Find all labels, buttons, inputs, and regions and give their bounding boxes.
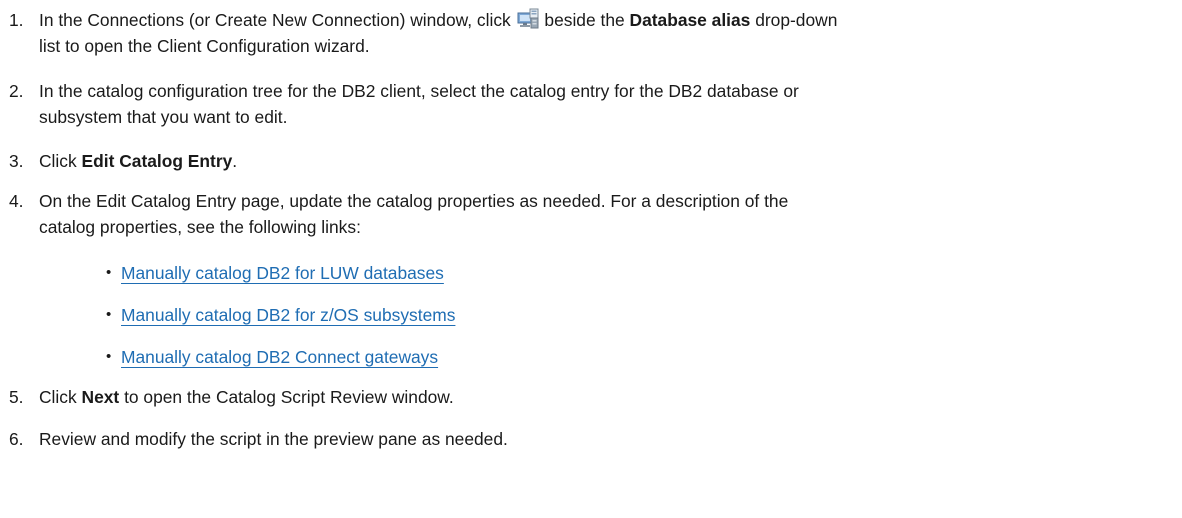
step-5: 5. Click Next to open the Catalog Script…: [9, 384, 1174, 410]
list-item: • Manually catalog DB2 Connect gateways: [106, 344, 438, 370]
step-number: 1.: [9, 10, 24, 30]
list-item: • Manually catalog DB2 for LUW databases: [106, 260, 444, 286]
step-number: 3.: [9, 151, 24, 171]
instruction-steps: 1. In the Connections (or Create New Con…: [0, 0, 1182, 518]
step-number: 4.: [9, 191, 24, 211]
client-configuration-icon[interactable]: [517, 8, 539, 30]
database-alias-label: Database alias: [629, 10, 751, 30]
step-number: 2.: [9, 81, 24, 101]
step-1: 1. In the Connections (or Create New Con…: [9, 7, 1174, 59]
link-zos-subsystems[interactable]: Manually catalog DB2 for z/OS subsystems: [121, 305, 455, 325]
link-luw-databases[interactable]: Manually catalog DB2 for LUW databases: [121, 263, 444, 283]
step-3: 3. Click Edit Catalog Entry.: [9, 148, 1174, 174]
bullet-icon: •: [106, 306, 112, 323]
bullet-icon: •: [106, 348, 112, 365]
step-6: 6. Review and modify the script in the p…: [9, 426, 1174, 452]
step-1-line-1: In the Connections (or Create New Connec…: [39, 8, 838, 30]
step-2-line-1: In the catalog configuration tree for th…: [39, 81, 799, 101]
step-4-line-2: catalog properties, see the following li…: [39, 217, 361, 237]
step-4-line-1: On the Edit Catalog Entry page, update t…: [39, 191, 789, 211]
link-connect-gateways[interactable]: Manually catalog DB2 Connect gateways: [121, 347, 438, 367]
list-item: • Manually catalog DB2 for z/OS subsyste…: [106, 302, 455, 328]
step-1-line-2: list to open the Client Configuration wi…: [39, 36, 370, 56]
step-3-line-1: Click Edit Catalog Entry.: [39, 151, 238, 171]
bullet-icon: •: [106, 264, 112, 281]
step-2: 2. In the catalog configuration tree for…: [9, 78, 1174, 130]
next-label: Next: [81, 387, 120, 407]
step-number: 6.: [9, 429, 24, 449]
step-6-line-1: Review and modify the script in the prev…: [39, 429, 508, 449]
edit-catalog-entry-label: Edit Catalog Entry: [81, 151, 233, 171]
step-4: 4. On the Edit Catalog Entry page, updat…: [9, 188, 1174, 240]
step-2-line-2: subsystem that you want to edit.: [39, 107, 288, 127]
step-number: 5.: [9, 387, 24, 407]
step-5-line-1: Click Next to open the Catalog Script Re…: [39, 387, 454, 407]
